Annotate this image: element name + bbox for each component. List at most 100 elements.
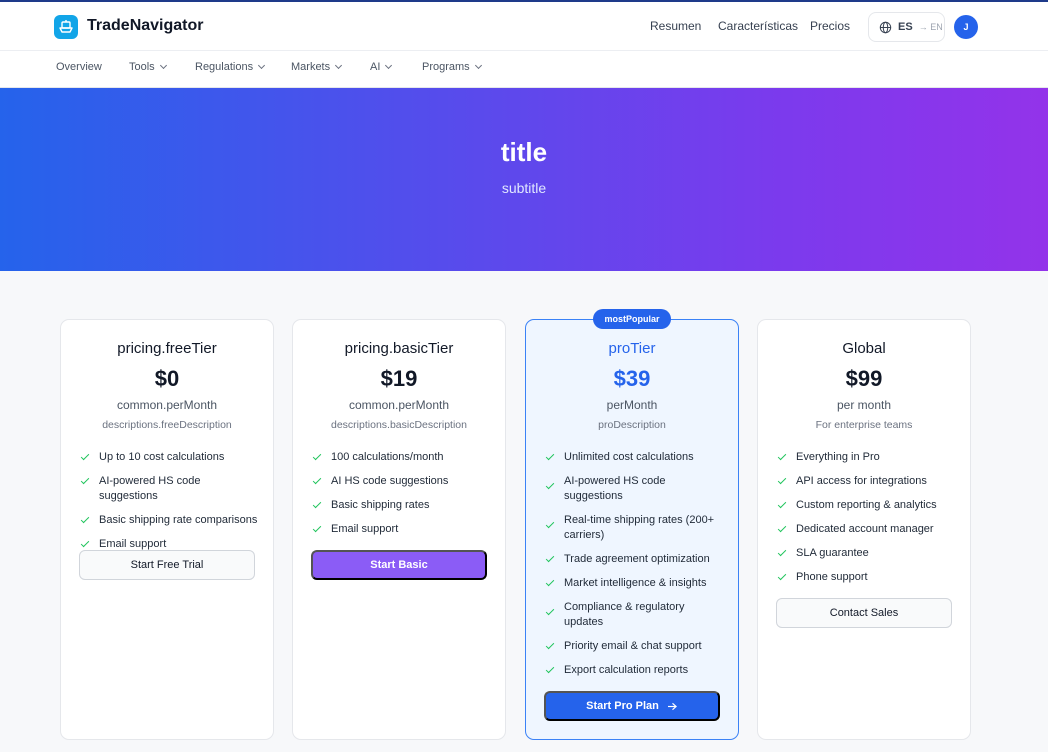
subnav-label: Programs [422, 61, 470, 73]
check-icon [777, 571, 787, 581]
brand-name[interactable]: TradeNavigator [87, 17, 203, 35]
feature-text: Real-time shipping rates (200+ carriers) [564, 514, 715, 541]
pricing-card-free: pricing.freeTier $0 common.perMonth desc… [60, 319, 274, 740]
check-icon [545, 640, 555, 650]
subnav-label: Tools [129, 61, 155, 73]
check-icon [312, 499, 322, 509]
feature-item: Market intelligence & insights [544, 576, 724, 591]
feature-list: Unlimited cost calculations AI-powered H… [544, 450, 724, 687]
tier-name: pricing.freeTier [117, 340, 217, 357]
check-icon [777, 499, 787, 509]
feature-text: Custom reporting & analytics [796, 499, 937, 511]
feature-item: Trade agreement optimization [544, 552, 724, 567]
nav-precios[interactable]: Precios [810, 19, 850, 33]
check-icon [312, 523, 322, 533]
feature-item: Priority email & chat support [544, 639, 724, 654]
feature-text: Email support [331, 523, 399, 535]
subnav-regulations[interactable]: Regulations [195, 61, 266, 73]
check-icon [80, 451, 90, 461]
start-free-trial-button[interactable]: Start Free Trial [79, 550, 255, 580]
subnav-label: Markets [291, 61, 331, 73]
tier-price: $19 [380, 366, 418, 391]
pricing-card-global: Global $99 per month For enterprise team… [757, 319, 971, 740]
feature-item: Phone support [776, 570, 956, 585]
check-icon [545, 553, 555, 563]
contact-sales-button[interactable]: Contact Sales [776, 598, 952, 628]
feature-text: Dedicated account manager [796, 523, 934, 535]
nav-caracteristicas[interactable]: Características [718, 19, 798, 33]
subnav-ai[interactable]: AI [370, 61, 393, 73]
feature-text: Basic shipping rate comparisons [99, 514, 258, 526]
tier-description: descriptions.freeDescription [102, 419, 232, 431]
feature-text: API access for integrations [796, 475, 927, 487]
tier-price: $0 [154, 366, 180, 391]
feature-item: Basic shipping rate comparisons [79, 513, 259, 528]
language-current: ES [898, 21, 913, 33]
feature-item: Custom reporting & analytics [776, 498, 956, 513]
chevron-down-icon [258, 61, 266, 70]
feature-text: Basic shipping rates [331, 499, 430, 511]
feature-text: Export calculation reports [564, 664, 689, 676]
check-icon [777, 523, 787, 533]
feature-item: AI HS code suggestions [311, 474, 491, 489]
button-label: Start Pro Plan [586, 700, 659, 712]
tier-period: common.perMonth [348, 398, 450, 412]
subnav: Overview Tools Regulations Markets AI Pr… [0, 51, 1048, 88]
subnav-tools[interactable]: Tools [129, 61, 167, 73]
feature-list: Everything in Pro API access for integra… [776, 450, 956, 594]
feature-item: Everything in Pro [776, 450, 956, 465]
hero-banner: title subtitle [0, 88, 1048, 271]
feature-item: Up to 10 cost calculations [79, 450, 259, 465]
subnav-markets[interactable]: Markets [291, 61, 343, 73]
tier-name: proTier [608, 340, 656, 357]
feature-text: 100 calculations/month [331, 451, 444, 463]
feature-text: AI-powered HS code suggestions [99, 475, 201, 502]
hero-title: title [500, 137, 548, 167]
feature-item: SLA guarantee [776, 546, 956, 561]
start-basic-button[interactable]: Start Basic [311, 550, 487, 580]
globe-icon [879, 21, 892, 33]
tier-period: per month [836, 398, 892, 412]
feature-item: Basic shipping rates [311, 498, 491, 513]
check-icon [545, 606, 555, 616]
tier-description: descriptions.basicDescription [331, 419, 467, 431]
language-switcher[interactable]: ES → EN [868, 12, 945, 42]
ship-logo-icon[interactable] [54, 15, 78, 39]
header: TradeNavigator Resumen Características P… [0, 2, 1048, 51]
feature-text: SLA guarantee [796, 547, 869, 559]
tier-price: $99 [845, 366, 883, 391]
feature-text: AI-powered HS code suggestions [564, 475, 666, 502]
feature-item: Unlimited cost calculations [544, 450, 724, 465]
check-icon [80, 538, 90, 548]
start-pro-plan-button[interactable]: Start Pro Plan [544, 691, 720, 721]
check-icon [545, 664, 555, 674]
chevron-down-icon [385, 61, 393, 70]
subnav-overview[interactable]: Overview [56, 61, 102, 73]
check-icon [777, 475, 787, 485]
feature-text: Priority email & chat support [564, 640, 702, 652]
tier-name: Global [842, 340, 886, 357]
feature-text: Unlimited cost calculations [564, 451, 694, 463]
language-next: → EN [918, 22, 943, 32]
feature-list: Up to 10 cost calculations AI-powered HS… [79, 450, 259, 561]
feature-item: AI-powered HS code suggestions [79, 474, 259, 504]
tier-period: common.perMonth [116, 398, 218, 412]
feature-item: 100 calculations/month [311, 450, 491, 465]
feature-item: AI-powered HS code suggestions [544, 474, 724, 504]
subnav-programs[interactable]: Programs [422, 61, 482, 73]
tier-description: For enterprise teams [815, 419, 913, 431]
tier-price: $39 [613, 366, 651, 391]
nav-resumen[interactable]: Resumen [650, 19, 701, 33]
user-avatar[interactable]: J [954, 15, 978, 39]
feature-text: Trade agreement optimization [564, 553, 710, 565]
feature-text: AI HS code suggestions [331, 475, 449, 487]
subnav-label: Overview [56, 61, 102, 73]
feature-text: Everything in Pro [796, 451, 880, 463]
feature-text: Up to 10 cost calculations [99, 451, 225, 463]
check-icon [312, 451, 322, 461]
check-icon [777, 451, 787, 461]
subnav-label: AI [370, 61, 381, 73]
chevron-down-icon [159, 61, 167, 70]
feature-text: Compliance & regulatory updates [564, 601, 685, 628]
hero-subtitle: subtitle [501, 180, 547, 196]
